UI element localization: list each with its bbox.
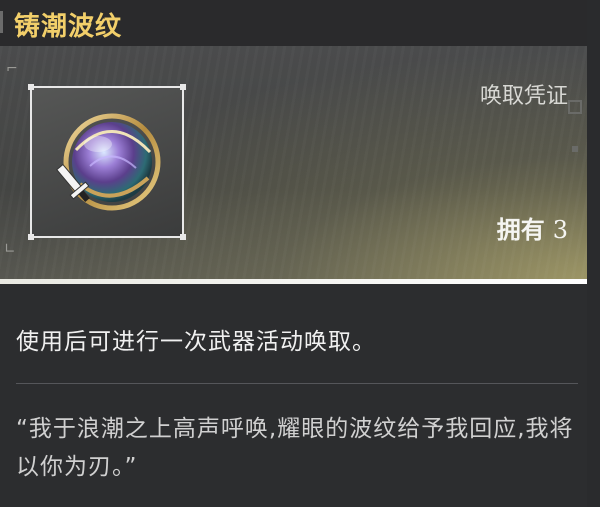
owned-count: 拥有 3 xyxy=(497,210,568,245)
owned-label: 拥有 xyxy=(496,216,545,244)
item-header: 铸潮波纹 xyxy=(0,0,600,46)
decorative-dot-icon xyxy=(572,146,578,152)
section-divider xyxy=(16,383,578,384)
item-icon-frame xyxy=(28,84,186,240)
banner-bottom-line xyxy=(0,279,600,284)
frame-corner-dot xyxy=(28,84,34,90)
exchange-voucher-label: 唤取凭证 xyxy=(479,84,568,109)
item-title: 铸潮波纹 xyxy=(14,12,123,42)
frame-corner-dot xyxy=(28,234,34,240)
item-banner: ⌐ ∟ 唤取凭证 拥有 3 xyxy=(0,46,600,284)
corner-tick-icon: ∟ xyxy=(4,241,16,257)
item-description: 使用后可进行一次武器活动唤取。 xyxy=(16,329,376,355)
header-accent-bar xyxy=(0,11,3,33)
corner-tick-icon: ⌐ xyxy=(6,61,18,77)
item-flavor-quote: “我于浪潮之上高声呼唤,耀眼的波纹给予我回应,我将以你为刃。” xyxy=(16,416,574,480)
panel-scrollbar-track[interactable] xyxy=(587,0,600,507)
owned-number: 3 xyxy=(552,216,568,244)
frame-corner-dot xyxy=(180,234,186,240)
tidal-orb-icon xyxy=(52,106,168,222)
frame-corner-dot xyxy=(180,84,186,90)
decorative-square-icon xyxy=(568,100,582,114)
